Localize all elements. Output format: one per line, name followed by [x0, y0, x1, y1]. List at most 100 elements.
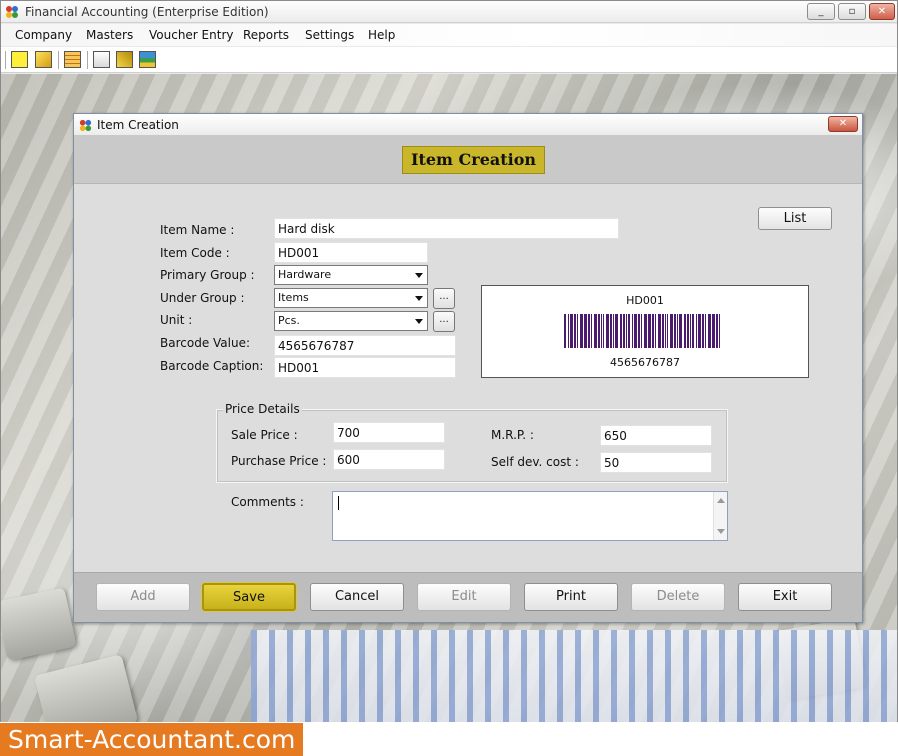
background-keyboard-key — [1, 587, 77, 661]
barcode-caption-field[interactable]: HD001 — [274, 357, 456, 378]
barcode-bar — [577, 314, 578, 348]
unit-label: Unit : — [160, 313, 193, 327]
menu-masters[interactable]: Masters — [86, 28, 133, 42]
barcode-bar — [719, 314, 720, 348]
menu-help[interactable]: Help — [368, 28, 395, 42]
menu-reports[interactable]: Reports — [243, 28, 289, 42]
barcode-bar — [670, 314, 673, 348]
background-chart — [251, 630, 897, 722]
barcode-bar — [626, 314, 627, 348]
under-group-browse-button[interactable]: ... — [433, 288, 455, 309]
comments-scrollbar[interactable] — [713, 492, 727, 540]
menu-settings[interactable]: Settings — [305, 28, 354, 42]
barcode-bar — [613, 314, 614, 348]
add-button[interactable]: Add — [96, 583, 190, 611]
item-name-field[interactable]: Hard disk — [274, 218, 619, 239]
barcode-bar — [634, 314, 637, 348]
text-caret — [338, 496, 339, 510]
minimize-button[interactable]: _ — [807, 3, 835, 20]
barcode-preview: HD001 4565676787 — [481, 285, 809, 378]
barcode-bar — [580, 314, 583, 348]
chevron-down-icon — [415, 319, 423, 324]
menu-company[interactable]: Company — [15, 28, 72, 42]
barcode-bar — [690, 314, 691, 348]
app-logo-icon — [6, 6, 18, 18]
barcode-bar — [584, 314, 587, 348]
close-button[interactable]: ✕ — [869, 3, 895, 20]
primary-group-select[interactable]: Hardware — [274, 265, 428, 285]
unit-browse-button[interactable]: ... — [433, 311, 455, 332]
unit-select[interactable]: Pcs. — [274, 311, 428, 331]
barcode-bar — [698, 314, 701, 348]
diamond-icon[interactable] — [116, 51, 133, 68]
dialog-header: Item Creation — [74, 136, 862, 184]
dialog-button-bar: Add Save Cancel Edit Print Delete Exit — [74, 572, 862, 622]
dialog-close-button[interactable]: ✕ — [828, 116, 858, 132]
chevron-down-icon — [415, 273, 423, 278]
under-group-value: Items — [278, 291, 309, 304]
purchase-price-field[interactable]: 600 — [333, 449, 445, 470]
toolbar-separator — [87, 51, 88, 69]
under-group-label: Under Group : — [160, 291, 245, 305]
barcode-value-label: Barcode Value: — [160, 336, 251, 350]
barcode-bar — [658, 314, 661, 348]
stock-icon[interactable] — [93, 51, 110, 68]
scroll-down-icon[interactable] — [717, 529, 725, 534]
menu-voucher-entry[interactable]: Voucher Entry — [149, 28, 234, 42]
table-icon[interactable] — [64, 51, 81, 68]
primary-group-value: Hardware — [278, 268, 332, 281]
item-code-field[interactable]: HD001 — [274, 242, 428, 263]
barcode-bar — [692, 314, 694, 348]
dialog-titlebar: Item Creation ✕ — [74, 114, 862, 136]
edit-button[interactable]: Edit — [417, 583, 511, 611]
barcode-bar — [594, 314, 597, 348]
barcode-value-field[interactable]: 4565676787 — [274, 335, 456, 356]
dialog-logo-icon — [79, 119, 92, 132]
exit-button[interactable]: Exit — [738, 583, 832, 611]
barcode-bar — [620, 314, 622, 348]
dialog-body: List Item Name : Hard disk Item Code : H… — [74, 185, 862, 571]
scroll-up-icon[interactable] — [717, 498, 725, 503]
barcode-bar — [601, 314, 602, 348]
self-dev-cost-field[interactable]: 50 — [600, 452, 712, 473]
tree-icon[interactable] — [139, 51, 156, 68]
barcode-bar — [702, 314, 704, 348]
purchase-price-label: Purchase Price : — [231, 454, 327, 468]
sale-price-field[interactable]: 700 — [333, 422, 445, 443]
delete-button[interactable]: Delete — [631, 583, 725, 611]
barcode-bar — [696, 314, 697, 348]
barcode-bar — [610, 314, 612, 348]
save-button[interactable]: Save — [202, 583, 296, 611]
list-button[interactable]: List — [758, 207, 832, 230]
barcode-bar — [606, 314, 609, 348]
price-details-legend: Price Details — [223, 402, 302, 416]
under-group-select[interactable]: Items — [274, 288, 428, 308]
barcode-bar — [588, 314, 590, 348]
comments-textarea[interactable] — [332, 491, 728, 541]
barcode-caption-label: Barcode Caption: — [160, 359, 264, 373]
maximize-button[interactable]: ▫ — [838, 3, 866, 20]
cancel-button[interactable]: Cancel — [310, 583, 404, 611]
barcode-bar — [687, 314, 689, 348]
barcode-bar — [644, 314, 647, 348]
toolbar-separator — [5, 51, 6, 69]
barcode-bar — [662, 314, 664, 348]
barcode-preview-caption: HD001 — [626, 294, 664, 307]
barcode-bar — [615, 314, 618, 348]
primary-group-label: Primary Group : — [160, 268, 255, 282]
barcode-bar — [712, 314, 715, 348]
edit-icon[interactable] — [35, 51, 52, 68]
price-details-group: Price Details Sale Price : 700 Purchase … — [216, 402, 728, 483]
barcode-bar — [570, 314, 573, 348]
barcode-bar — [684, 314, 686, 348]
barcode-bar — [568, 314, 569, 348]
background-keyboard-key — [33, 654, 139, 722]
barcode-bar — [674, 314, 676, 348]
mrp-field[interactable]: 650 — [600, 425, 712, 446]
barcode-preview-value: 4565676787 — [610, 356, 680, 369]
header-title-badge: Item Creation — [402, 146, 546, 174]
print-button[interactable]: Print — [524, 583, 618, 611]
barcode-bar — [638, 314, 640, 348]
barcode-bar — [632, 314, 633, 348]
new-icon[interactable] — [11, 51, 28, 68]
